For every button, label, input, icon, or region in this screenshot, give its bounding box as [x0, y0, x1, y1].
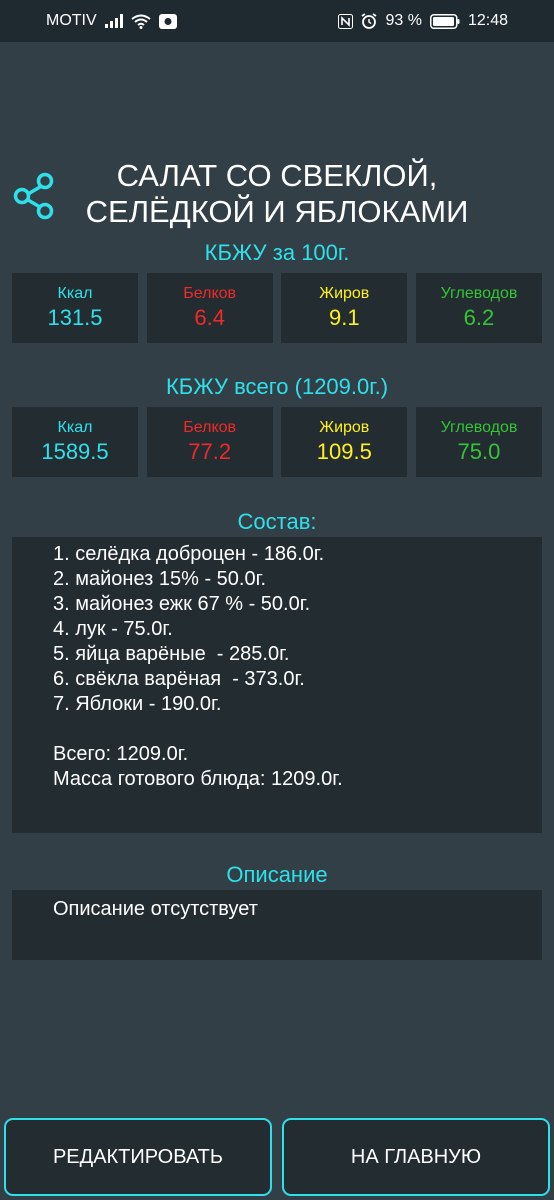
vpn-icon	[158, 13, 177, 29]
ingredient-item: 3. майонез ежк 67 % - 50.0г.	[53, 593, 311, 615]
kcal-total-label: Ккал	[57, 419, 93, 436]
fat-label: Жиров	[319, 285, 370, 302]
final-mass: Масса готового блюда: 1209.0г.	[53, 768, 343, 790]
ingredient-spacer	[53, 717, 542, 742]
protein-box: Белков 6.4	[146, 273, 273, 343]
kbju-total-row: Ккал 1589.5 Белков 77.2 Жиров 109.5 Угле…	[12, 407, 542, 477]
kcal-total-value: 1589.5	[41, 439, 109, 464]
composition-heading: Состав:	[237, 509, 317, 534]
protein-total-box: Белков 77.2	[146, 407, 273, 477]
edit-button[interactable]: РЕДАКТИРОВАТЬ	[4, 1118, 272, 1196]
protein-total-value: 77.2	[188, 439, 232, 464]
battery-percent: 93 %	[385, 12, 422, 29]
total-weight: Всего: 1209.0г.	[53, 743, 189, 765]
signal-icon	[104, 14, 123, 28]
ingredient-item: 2. майонез 15% - 50.0г.	[53, 568, 266, 590]
kbju-100-row: Ккал 131.5 Белков 6.4 Жиров 9.1 Углеводо…	[12, 273, 542, 343]
status-bar-left: MOTIV	[46, 12, 177, 30]
recipe-title-line2: СЕЛЁДКОЙ И ЯБЛОКАМИ	[85, 194, 469, 229]
description-heading: Описание	[226, 862, 328, 887]
ingredient-item: 5. яйца варёные - 285.0г.	[53, 643, 290, 665]
description-text: Описание отсутствует	[53, 898, 258, 920]
carbs-total-label: Углеводов	[440, 419, 518, 436]
composition-panel: 1. селёдка доброцен - 186.0г. 2. майонез…	[12, 537, 542, 833]
kbju-total-heading: КБЖУ всего (1209.0г.)	[165, 374, 389, 399]
kcal-label: Ккал	[57, 285, 93, 302]
ingredient-item: 7. Яблоки - 190.0г.	[53, 693, 222, 715]
description-panel: Описание отсутствует	[12, 890, 542, 960]
nfc-icon	[338, 13, 354, 29]
carbs-box: Углеводов 6.2	[415, 273, 542, 343]
fat-total-box: Жиров 109.5	[281, 407, 408, 477]
ingredient-list: 1. селёдка доброцен - 186.0г. 2. майонез…	[12, 537, 542, 792]
ingredient-item: 4. лук - 75.0г.	[53, 618, 173, 640]
kcal-box: Ккал 131.5	[12, 273, 138, 343]
fat-box: Жиров 9.1	[281, 273, 408, 343]
carbs-value: 6.2	[463, 305, 495, 330]
status-bar: MOTIV 93 % 12:48	[0, 0, 554, 42]
protein-label: Белков	[183, 285, 237, 302]
carbs-total-value: 75.0	[457, 439, 501, 464]
battery-icon	[429, 13, 460, 29]
kbju-100-heading: КБЖУ за 100г.	[204, 240, 350, 265]
carbs-label: Углеводов	[440, 285, 518, 302]
carrier-name: MOTIV	[46, 12, 97, 29]
wifi-icon	[131, 14, 151, 29]
fat-value: 9.1	[329, 305, 360, 330]
fat-total-value: 109.5	[316, 439, 372, 464]
ingredient-item: 1. селёдка доброцен - 186.0г.	[53, 543, 325, 565]
share-icon[interactable]	[12, 168, 58, 224]
fat-total-label: Жиров	[319, 419, 370, 436]
home-button[interactable]: НА ГЛАВНУЮ	[282, 1118, 550, 1196]
kcal-total-box: Ккал 1589.5	[12, 407, 138, 477]
alarm-icon	[361, 13, 377, 29]
recipe-title: САЛАТ СО СВЕКЛОЙ, СЕЛЁДКОЙ И ЯБЛОКАМИ	[70, 158, 484, 230]
protein-total-label: Белков	[183, 419, 237, 436]
recipe-title-line1: САЛАТ СО СВЕКЛОЙ,	[116, 158, 438, 193]
kcal-value: 131.5	[47, 305, 103, 330]
ingredient-item: 6. свёкла варёная - 373.0г.	[53, 668, 305, 690]
protein-value: 6.4	[194, 305, 225, 330]
carbs-total-box: Углеводов 75.0	[415, 407, 542, 477]
clock: 12:48	[467, 12, 508, 29]
status-bar-right: 93 % 12:48	[338, 12, 508, 30]
